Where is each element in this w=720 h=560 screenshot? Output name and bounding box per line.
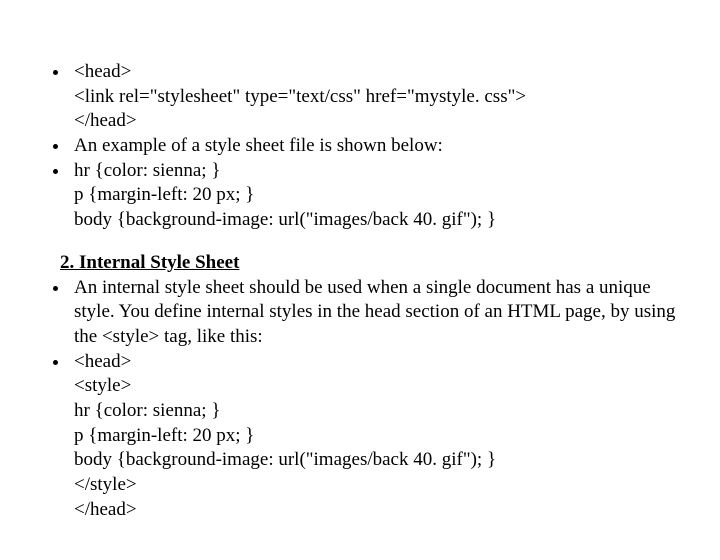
code-line: <head> [74,60,690,85]
list-item: <head> <style> hr {color: sienna; } p {m… [70,350,690,523]
list-item: An internal style sheet should be used w… [70,276,690,350]
bullet-list-2: An internal style sheet should be used w… [30,276,690,523]
list-item: An example of a style sheet file is show… [70,134,690,159]
code-line: <head> [74,350,690,375]
code-line: </head> [74,109,690,134]
code-line: hr {color: sienna; } [74,399,690,424]
code-line: p {margin-left: 20 px; } [74,424,690,449]
code-line: <link rel="stylesheet" type="text/css" h… [74,85,690,110]
code-line: body {background-image: url("images/back… [74,208,690,233]
code-line: hr {color: sienna; } [74,159,690,184]
text-line: An example of a style sheet file is show… [74,134,690,159]
list-item: <head> <link rel="stylesheet" type="text… [70,60,690,134]
code-line: </head> [74,498,690,523]
text-line: An internal style sheet should be used w… [74,276,690,350]
code-line: body {background-image: url("images/back… [74,448,690,473]
bullet-list-1: <head> <link rel="stylesheet" type="text… [30,60,690,233]
section-heading: 2. Internal Style Sheet [60,251,690,276]
code-line: <style> [74,374,690,399]
code-line: p {margin-left: 20 px; } [74,183,690,208]
list-item: hr {color: sienna; } p {margin-left: 20 … [70,159,690,233]
code-line: </style> [74,473,690,498]
page: <head> <link rel="stylesheet" type="text… [0,0,720,560]
